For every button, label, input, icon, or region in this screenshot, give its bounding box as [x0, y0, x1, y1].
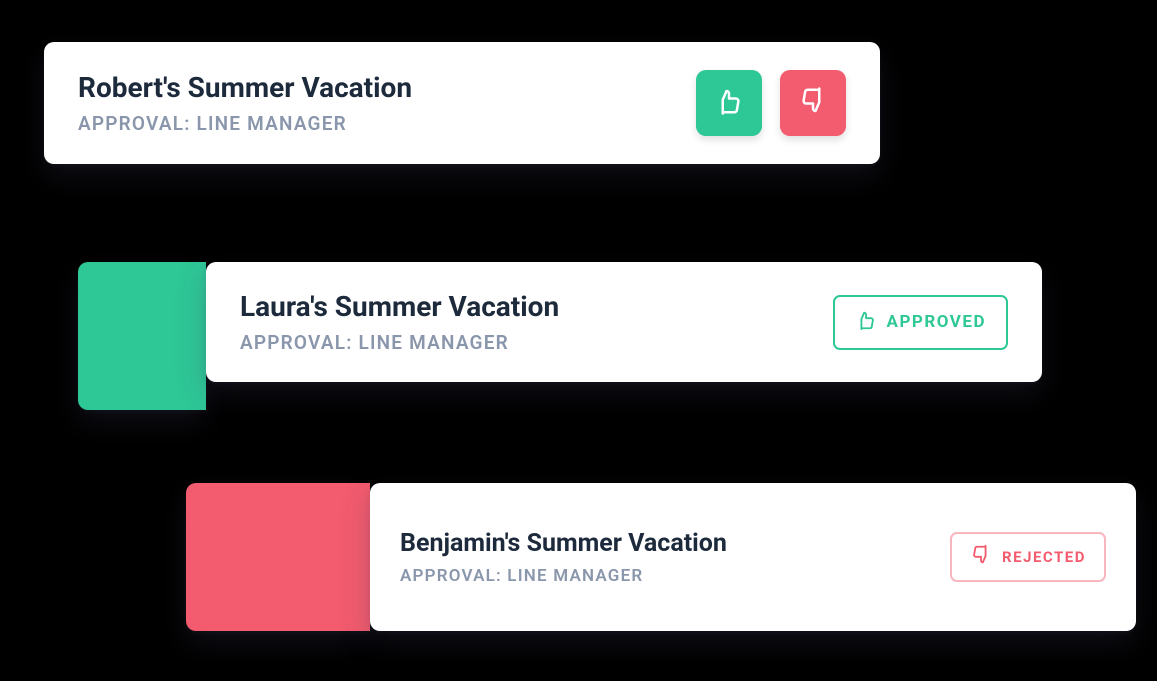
card-text-block: Benjamin's Summer Vacation APPROVAL: LIN…	[400, 529, 727, 586]
approval-card-approved: Laura's Summer Vacation APPROVAL: LINE M…	[206, 262, 1042, 382]
thumbs-down-icon	[798, 86, 828, 120]
status-label: APPROVED	[887, 312, 986, 332]
approve-button[interactable]	[696, 70, 762, 136]
thumbs-up-icon	[855, 309, 877, 336]
card-title: Benjamin's Summer Vacation	[400, 529, 727, 558]
card-text-block: Robert's Summer Vacation APPROVAL: LINE …	[78, 71, 412, 135]
status-badge-approved: APPROVED	[833, 295, 1008, 350]
card-subtitle: APPROVAL: LINE MANAGER	[78, 112, 412, 135]
card-subtitle: APPROVAL: LINE MANAGER	[240, 331, 559, 354]
card-title: Laura's Summer Vacation	[240, 290, 559, 323]
card-subtitle: APPROVAL: LINE MANAGER	[400, 566, 727, 586]
status-badge-rejected: REJECTED	[950, 532, 1106, 582]
accent-bar-rejected	[186, 483, 370, 631]
card-actions	[696, 70, 846, 136]
status-label: REJECTED	[1002, 548, 1086, 566]
card-title: Robert's Summer Vacation	[78, 71, 412, 104]
approval-card-rejected: Benjamin's Summer Vacation APPROVAL: LIN…	[370, 483, 1136, 631]
accent-bar-approved	[78, 262, 206, 410]
thumbs-up-icon	[714, 86, 744, 120]
reject-button[interactable]	[780, 70, 846, 136]
approval-card-pending: Robert's Summer Vacation APPROVAL: LINE …	[44, 42, 880, 164]
thumbs-down-icon	[970, 544, 992, 570]
card-text-block: Laura's Summer Vacation APPROVAL: LINE M…	[240, 290, 559, 354]
